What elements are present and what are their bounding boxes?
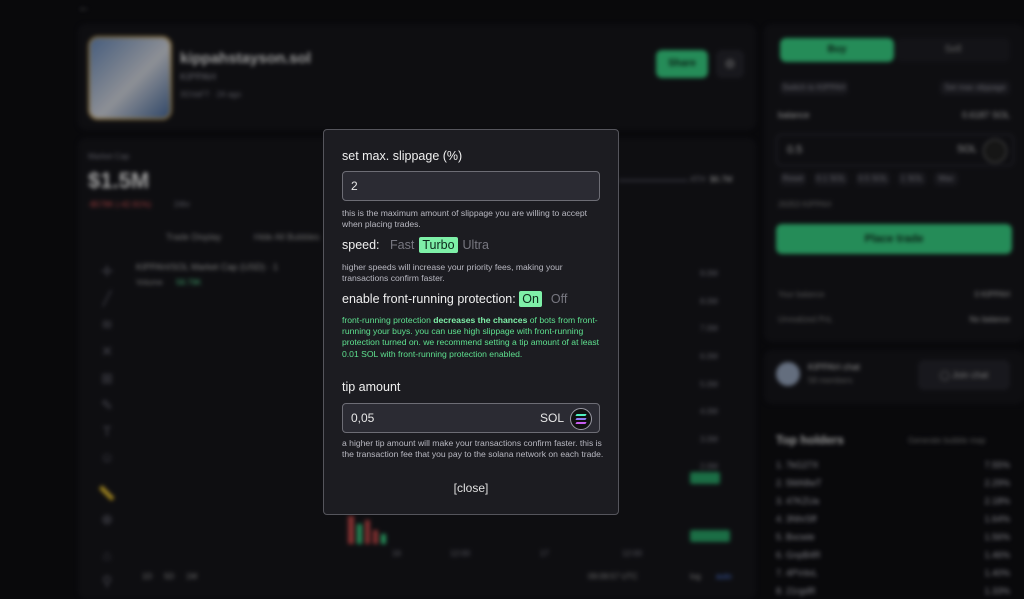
frontrun-on-toggle[interactable]: On xyxy=(519,291,542,307)
slippage-input[interactable]: 2 xyxy=(342,171,600,201)
tip-help: a higher tip amount will make your trans… xyxy=(342,438,604,460)
tip-currency: SOL xyxy=(539,411,564,425)
close-button[interactable]: [close] xyxy=(324,481,618,495)
speed-turbo-option[interactable]: Turbo xyxy=(419,237,458,253)
slippage-title: set max. slippage (%) xyxy=(342,149,463,163)
speed-label: speed: xyxy=(342,238,380,252)
speed-ultra-option[interactable]: Ultra xyxy=(460,237,492,253)
solana-logo-icon xyxy=(570,408,592,430)
slippage-settings-modal: set max. slippage (%) 2 this is the maxi… xyxy=(323,129,619,515)
tip-value: 0,05 xyxy=(351,411,375,425)
frontrun-off-toggle[interactable]: Off xyxy=(548,291,570,307)
frontrun-label: enable front-running protection: xyxy=(342,292,516,306)
tip-input[interactable]: 0,05 SOL xyxy=(342,403,600,433)
frontrun-help: front-running protection decreases the c… xyxy=(342,315,600,359)
speed-help: higher speeds will increase your priorit… xyxy=(342,262,563,284)
slippage-help: this is the maximum amount of slippage y… xyxy=(342,208,588,230)
speed-fast-option[interactable]: Fast xyxy=(387,237,417,253)
tip-title: tip amount xyxy=(342,380,401,394)
frontrun-row: enable front-running protection: On Off xyxy=(342,291,572,307)
speed-row: speed: Fast Turbo Ultra xyxy=(342,237,494,253)
